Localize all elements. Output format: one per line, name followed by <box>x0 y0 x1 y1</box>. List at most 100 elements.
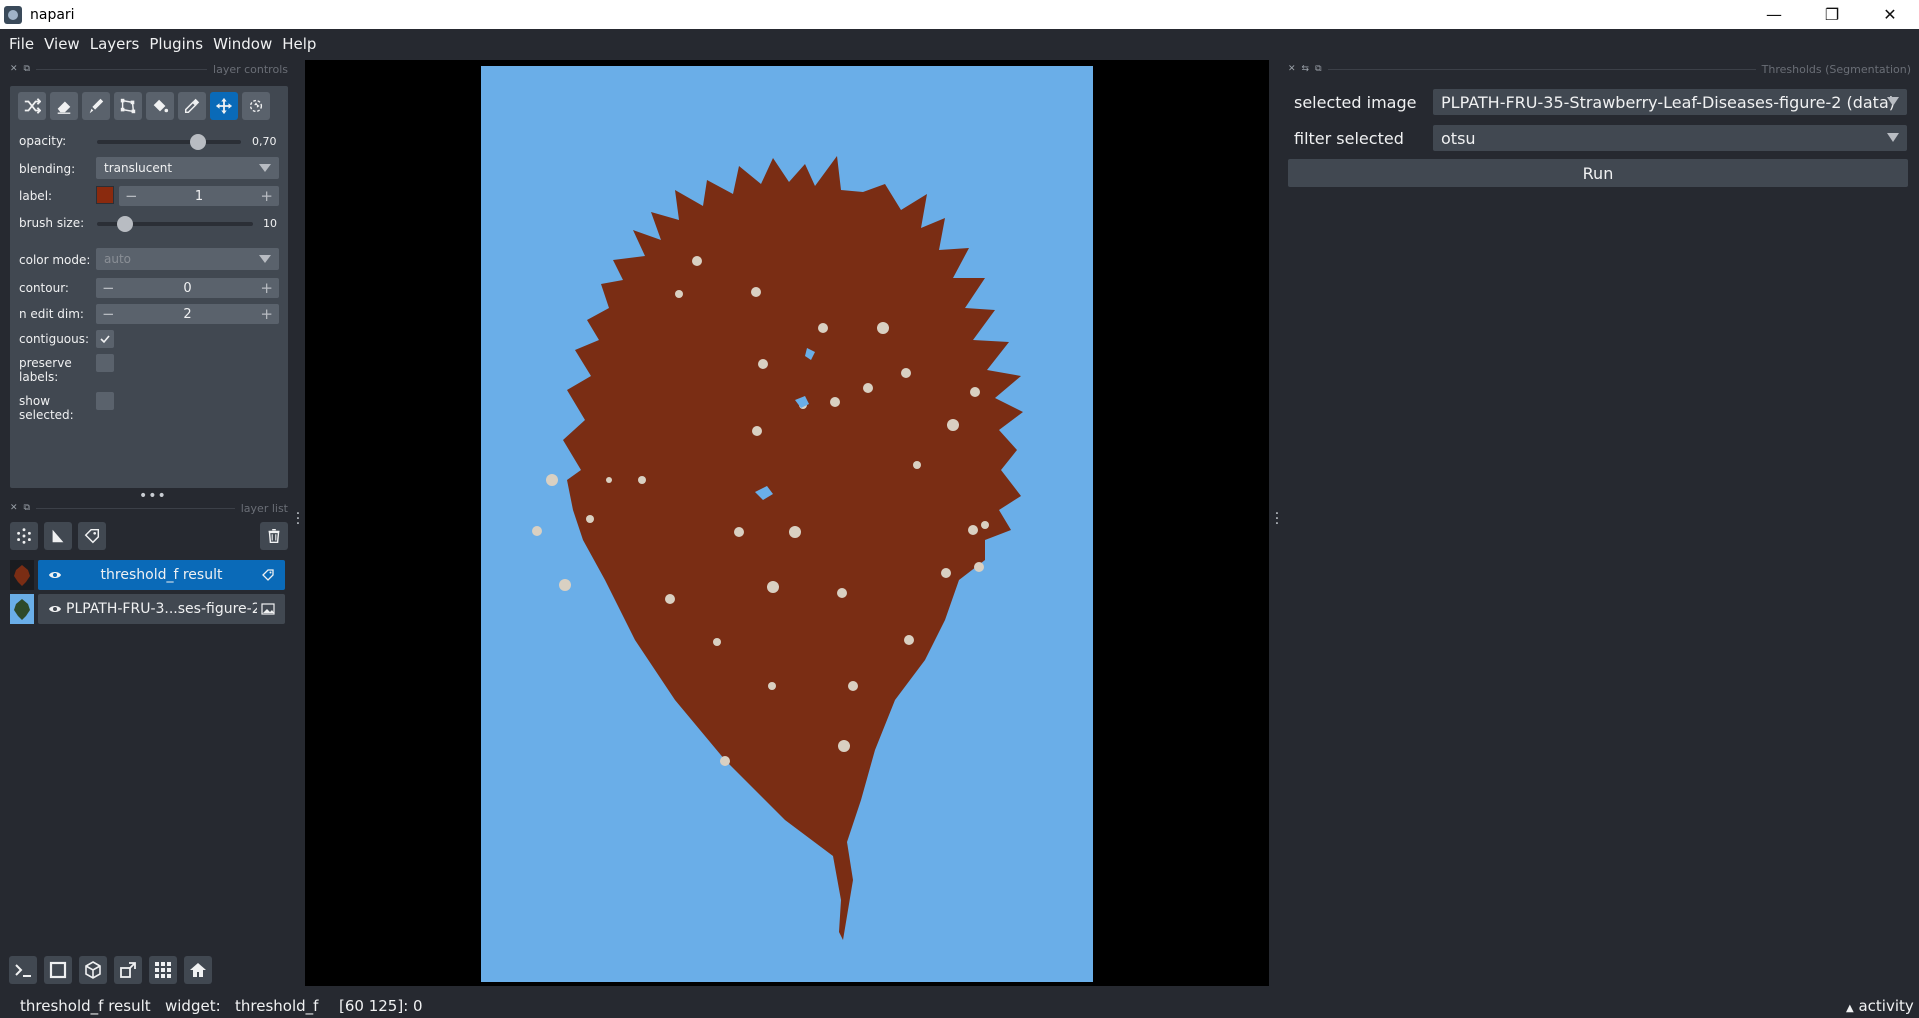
trash-icon <box>268 528 280 544</box>
float-icon[interactable]: ⇆ <box>1302 64 1310 74</box>
filter-selected-label: filter selected <box>1294 129 1404 148</box>
contour-spinbox[interactable]: − 0 + <box>96 278 279 298</box>
plus-icon[interactable]: + <box>260 304 273 324</box>
delete-layer-button[interactable] <box>260 522 288 550</box>
close-icon[interactable]: ✕ <box>1288 64 1296 74</box>
opacity-label: opacity: <box>19 134 67 148</box>
erase-button[interactable] <box>50 92 78 120</box>
menu-file[interactable]: File <box>4 35 39 53</box>
label-label: label: <box>19 189 53 203</box>
contiguous-checkbox[interactable] <box>96 330 114 348</box>
pan-zoom-button[interactable] <box>210 92 238 120</box>
layer-item-threshold-result[interactable]: threshold_f result <box>10 560 285 590</box>
plugin-title: Thresholds (Segmentation) <box>1761 62 1911 76</box>
menu-help[interactable]: Help <box>277 35 321 53</box>
move-arrows-icon <box>215 97 233 115</box>
menu-window[interactable]: Window <box>208 35 277 53</box>
new-shapes-layer-button[interactable] <box>44 522 72 550</box>
run-button[interactable]: Run <box>1288 159 1908 187</box>
shuffle-colors-button[interactable] <box>18 92 46 120</box>
blending-label: blending: <box>19 162 76 176</box>
viewer-canvas[interactable] <box>305 60 1269 986</box>
terminal-icon <box>15 964 31 977</box>
layer-thumbnail <box>10 560 34 590</box>
contour-value: 0 <box>183 280 192 296</box>
transpose-dims-button[interactable] <box>114 956 142 984</box>
new-points-layer-button[interactable] <box>10 522 38 550</box>
brush-size-label: brush size: <box>19 216 85 230</box>
grid-icon <box>155 962 171 978</box>
label-spinbox[interactable]: − 1 + <box>119 186 279 206</box>
chevron-down-icon <box>1887 97 1899 106</box>
napari-app-icon <box>4 5 22 24</box>
picker-button[interactable] <box>178 92 206 120</box>
show-selected-checkbox[interactable] <box>96 392 114 410</box>
minus-icon[interactable]: − <box>125 186 138 206</box>
opacity-slider[interactable] <box>97 140 241 144</box>
filter-selected-combo[interactable]: otsu <box>1433 125 1907 151</box>
float-icon[interactable]: ✕ <box>10 64 18 74</box>
n-edit-dim-spinbox[interactable]: − 2 + <box>96 304 279 324</box>
menu-layers[interactable]: Layers <box>85 35 145 53</box>
menu-plugins[interactable]: Plugins <box>144 35 208 53</box>
status-layer-name: threshold_f result <box>20 997 151 1015</box>
selected-image-label: selected image <box>1294 93 1417 112</box>
polygon-button[interactable] <box>114 92 142 120</box>
color-picker-icon <box>184 98 200 114</box>
minimize-button[interactable]: — <box>1745 0 1803 29</box>
brush-size-slider-handle[interactable] <box>117 216 134 232</box>
selected-image-combo[interactable]: PLPATH-FRU-35-Strawberry-Leaf-Diseases-f… <box>1433 89 1907 115</box>
undock-icon[interactable]: ⧉ <box>24 503 30 513</box>
layer-controls-title: layer controls <box>213 62 288 76</box>
plus-icon[interactable]: + <box>260 278 273 298</box>
console-button[interactable] <box>9 956 37 984</box>
layer-name: threshold_f result <box>100 567 223 583</box>
preserve-labels-checkbox[interactable] <box>96 354 114 372</box>
fill-button[interactable] <box>146 92 174 120</box>
grid-view-button[interactable] <box>149 956 177 984</box>
reset-view-button[interactable] <box>184 956 212 984</box>
transform-icon <box>249 99 263 113</box>
selected-image-value: PLPATH-FRU-35-Strawberry-Leaf-Diseases-f… <box>1441 92 1895 112</box>
leaf-image <box>481 66 1093 982</box>
roll-dims-button[interactable] <box>79 956 107 984</box>
activity-button[interactable]: ▲ activity <box>1846 997 1914 1015</box>
opacity-slider-handle[interactable] <box>189 134 206 150</box>
window-title: napari <box>30 6 75 23</box>
title-bar: napari — ❐ ✕ <box>0 0 1919 29</box>
plus-icon[interactable]: + <box>260 186 273 206</box>
menu-bar: File View Layers Plugins Window Help <box>0 29 1919 58</box>
layer-item-strawberry-image[interactable]: PLPATH-FRU-3...ses-figure-2 <box>10 594 285 624</box>
shapes-icon <box>52 529 64 543</box>
new-labels-layer-button[interactable] <box>78 522 106 550</box>
plugin-header: ✕ ⇆ ⧉ Thresholds (Segmentation) <box>1288 61 1911 77</box>
right-dock-splitter[interactable]: · · · <box>1274 507 1280 531</box>
tag-icon <box>84 528 100 544</box>
paint-button[interactable] <box>82 92 110 120</box>
preserve-labels-label: preserve labels: <box>19 356 72 384</box>
float-icon[interactable]: ✕ <box>10 503 18 513</box>
eraser-icon <box>57 101 71 114</box>
minus-icon[interactable]: − <box>102 304 115 324</box>
color-mode-combo[interactable]: auto <box>96 248 279 270</box>
label-color-swatch <box>96 186 114 204</box>
ndisplay-2d-button[interactable] <box>44 956 72 984</box>
undock-icon[interactable]: ⧉ <box>1315 64 1321 74</box>
points-icon <box>17 528 31 544</box>
n-edit-dim-label: n edit dim: <box>19 307 84 321</box>
status-widget-value: threshold_f <box>235 997 319 1015</box>
layer-list-header: ✕ ⧉ layer list <box>10 500 288 516</box>
status-coordinates: [60 125]: 0 <box>339 997 423 1015</box>
close-button[interactable]: ✕ <box>1861 0 1919 29</box>
visibility-eye-icon[interactable] <box>44 570 66 580</box>
menu-view[interactable]: View <box>39 35 85 53</box>
n-edit-dim-value: 2 <box>183 306 192 322</box>
visibility-eye-icon[interactable] <box>44 604 66 614</box>
chevron-down-icon <box>1887 133 1899 142</box>
minus-icon[interactable]: − <box>102 278 115 298</box>
transform-button[interactable] <box>242 92 270 120</box>
left-dock-splitter[interactable]: · · · <box>295 507 301 531</box>
blending-combo[interactable]: translucent <box>96 157 279 179</box>
maximize-button[interactable]: ❐ <box>1803 0 1861 29</box>
undock-icon[interactable]: ⧉ <box>24 64 30 74</box>
